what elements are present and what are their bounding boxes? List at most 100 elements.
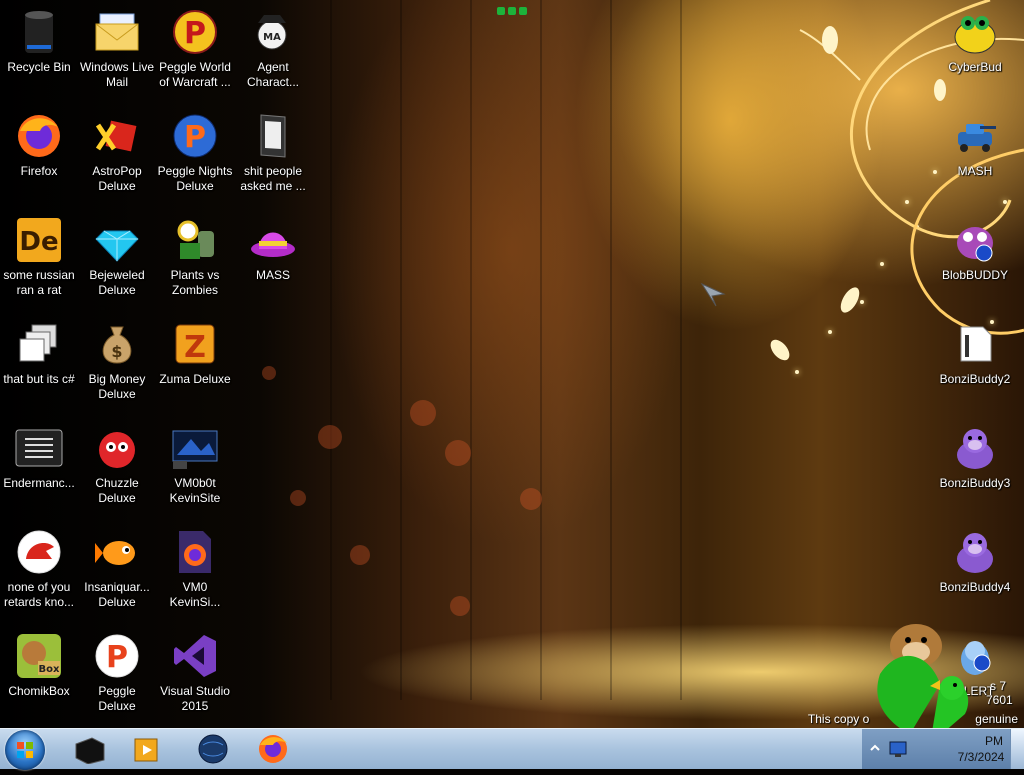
taskbar-globe-app[interactable] [186,731,240,767]
desktop-icon-peggle-deluxe[interactable]: P Peggle Deluxe [78,626,156,714]
icon-label: some russian ran a rat [3,268,75,297]
watermark-line1: s 7 [990,679,1007,693]
icon-label: Peggle World of Warcraft ... [159,60,231,89]
chevron-up-icon[interactable] [870,743,880,753]
svg-text:De: De [19,227,58,257]
de-app-icon: De [15,216,63,264]
desktop-icon-plants-vs-zombies[interactable]: Plants vs Zombies [156,210,234,298]
show-desktop-button[interactable] [1010,729,1024,769]
icon-label: VM0b0t KevinSite [169,476,221,505]
icon-label: Endermanc... [3,476,75,490]
svg-text:P: P [106,640,128,675]
icon-label: ChomikBox [8,684,70,698]
desktop-icon-cyberbud[interactable]: CyberBud [936,2,1014,75]
windows-logo-icon [17,742,33,758]
mail-icon [93,8,141,56]
red-dino-icon [15,528,63,576]
icon-label: Windows Live Mail [79,60,155,89]
icon-label: shit people asked me ... [240,164,306,193]
clock-time: PM [985,734,1003,748]
cyberbud-icon [951,8,999,56]
svg-text:$: $ [111,342,122,361]
desktop-icon-chuzzle[interactable]: Chuzzle Deluxe [78,418,156,506]
desktop-icon-recycle-bin[interactable]: Recycle Bin [0,2,78,75]
network-icon[interactable] [888,739,908,759]
zuma-icon: Z [171,320,219,368]
icon-label: Chuzzle Deluxe [95,476,139,505]
console-icon [15,424,63,472]
gem-icon [93,216,141,264]
desktop-icon-vm0-kevinsi[interactable]: VM0 KevinSi... [156,522,234,610]
taskbar-firefox[interactable] [246,731,300,767]
desktop-icon-endermanc[interactable]: Endermanc... [0,418,78,491]
icon-label: CyberBud [948,60,1002,74]
astropop-icon [93,112,141,160]
globe-icon [198,734,228,764]
desktop-icon-bonzibuddy3[interactable]: BonziBuddy3 [936,418,1014,491]
taskbar-media-player[interactable] [120,731,174,767]
icon-label: Firefox [20,164,58,178]
icon-label: Big Money Deluxe [88,372,146,401]
desktop-icon-shit-people-asked[interactable]: shit people asked me ... [234,106,312,194]
icon-label: Recycle Bin [7,60,71,74]
watermark-line3: This copy o [807,712,870,726]
peggle-icon: P [171,8,219,56]
desktop-icon-chomikbox[interactable]: Box ChomikBox [0,626,78,699]
desktop-icon-that-but-its-csharp[interactable]: that but its c# [0,314,78,387]
chuzzle-icon [93,424,141,472]
desktop-icon-blobbuddy[interactable]: BlobBUDDY [936,210,1014,283]
icon-label: Peggle Nights Deluxe [157,164,233,193]
clock-date: 7/3/2024 [957,750,1005,764]
desktop-icon-insaniquarium[interactable]: Insaniquar... Deluxe [78,522,156,610]
desktop-icon-visual-studio[interactable]: Visual Studio 2015 [156,626,234,714]
firefox-file-icon [171,528,219,576]
clock[interactable]: PM 7/3/2024 [946,733,1016,765]
desktop-icon-mass[interactable]: MASS [234,210,312,283]
desktop-icon-some-russian[interactable]: De some russian ran a rat [0,210,78,298]
desktop-icon-bejeweled[interactable]: Bejeweled Deluxe [78,210,156,298]
windows-genuine-watermark: This copy o genuine [808,712,1018,726]
fish-icon [93,528,141,576]
visual-studio-icon [171,632,219,680]
desktop-icon-agent-character[interactable]: MA Agent Charact... [234,2,312,90]
agent-character-icon: MA [249,8,297,56]
black-box-icon [75,737,105,764]
plants-vs-zombies-icon [171,216,219,264]
taskbar: PM 7/3/2024 [0,728,1024,770]
chomikbox-icon: Box [15,632,63,680]
desktop-icon-red-dino[interactable]: none of you retards kno... [0,522,78,610]
desktop-icon-zuma[interactable]: Z Zuma Deluxe [156,314,234,387]
icon-label: Peggle Deluxe [98,684,136,713]
icon-label: BonziBuddy4 [939,580,1011,594]
svg-text:Box: Box [39,664,60,675]
icon-label: Insaniquar... Deluxe [84,580,150,609]
start-button[interactable] [5,730,45,770]
desktop-icon-bonzibuddy2[interactable]: BonziBuddy2 [936,314,1014,387]
bonzi-gorilla-icon [951,528,999,576]
desktop-icon-firefox[interactable]: Firefox [0,106,78,179]
icon-label: BlobBUDDY [941,268,1009,282]
folder-icon [249,112,297,160]
desktop-icon-mash[interactable]: MASH [936,106,1014,179]
desktop-icon-bonzibuddy4[interactable]: BonziBuddy4 [936,522,1014,595]
icon-label: MASH [957,164,993,178]
blobbuddy-icon [951,216,999,264]
desktop-icon-peggle-nights[interactable]: P Peggle Nights Deluxe [156,106,234,194]
desktop-icon-peggle-wow[interactable]: P Peggle World of Warcraft ... [156,2,234,90]
taskbar-file-explorer[interactable] [62,731,116,767]
mash-icon [951,112,999,160]
desktop-icon-astropop[interactable]: AstroPop Deluxe [78,106,156,194]
desktop-icon-windows-live-mail[interactable]: Windows Live Mail [78,2,156,90]
desktop-icon-vm0b0t-kevinsite[interactable]: VM0b0t KevinSite [156,418,234,506]
icon-label: Zuma Deluxe [159,372,231,386]
icon-label: VM0 KevinSi... [169,580,221,609]
icon-label: Agent Charact... [246,60,300,89]
icon-label: Plants vs Zombies [170,268,220,297]
firefox-icon [259,735,287,763]
cursor-arrow-icon [700,282,726,307]
money-bag-icon: $ [93,320,141,368]
firefox-icon [15,112,63,160]
desktop-icon-big-money[interactable]: $ Big Money Deluxe [78,314,156,402]
purple-hat-icon [249,216,297,264]
watermark-line2: 7601 [986,693,1013,707]
